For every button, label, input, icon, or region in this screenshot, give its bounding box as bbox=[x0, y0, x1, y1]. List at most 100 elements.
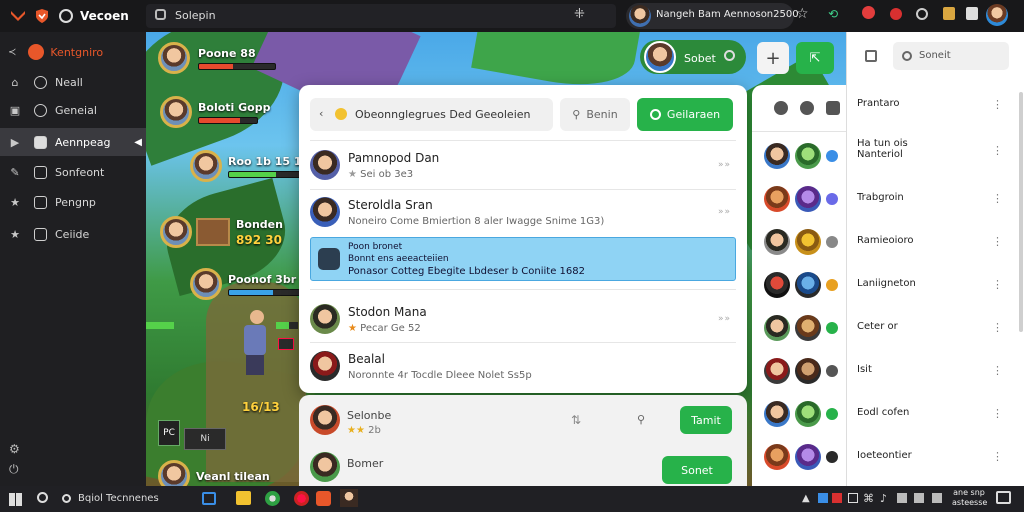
sidebar-item-geneial[interactable]: ▣ Geneial bbox=[0, 96, 146, 124]
list-item[interactable]: Ramieoioro ⋮ bbox=[857, 235, 1017, 248]
more-icon[interactable]: ⋮ bbox=[992, 192, 1003, 205]
network-icon[interactable]: ⌘ bbox=[863, 492, 874, 505]
list-item[interactable]: Trabgroin ⋮ bbox=[857, 192, 1017, 205]
tray-app-icon[interactable] bbox=[848, 493, 858, 503]
crosshair-icon[interactable]: ⁜ bbox=[574, 7, 585, 22]
submit-button[interactable]: Tamit bbox=[680, 406, 732, 434]
record-icon[interactable] bbox=[890, 8, 902, 20]
more-icon[interactable]: ⋮ bbox=[992, 278, 1003, 291]
hero-character[interactable] bbox=[244, 310, 270, 378]
more-icon[interactable]: ⋮ bbox=[992, 235, 1003, 248]
add-button[interactable]: + bbox=[757, 42, 789, 74]
sidebar-item-ceiide[interactable]: ★ Ceiide bbox=[0, 220, 146, 248]
participant-avatar[interactable] bbox=[795, 358, 821, 384]
participant-avatar[interactable] bbox=[764, 186, 790, 212]
more-icon[interactable]: ⋮ bbox=[992, 144, 1003, 157]
sync-icon[interactable]: ⟲ bbox=[828, 7, 838, 21]
cortana-icon[interactable] bbox=[62, 494, 71, 503]
tray-app-icon[interactable] bbox=[832, 493, 842, 503]
sidebar-item-neall[interactable]: ⌂ Neall bbox=[0, 68, 146, 96]
primary-button[interactable]: Geilaraen bbox=[637, 98, 733, 131]
power-icon[interactable]: ⏻ bbox=[9, 462, 19, 477]
list-item[interactable]: Bealal Noronnte 4r Tocdle Dleee Nolet Ss… bbox=[299, 343, 747, 389]
participant-avatar[interactable] bbox=[795, 186, 821, 212]
more-icon[interactable]: ⋮ bbox=[992, 321, 1003, 334]
list-item[interactable]: Stodon Mana ★ Pecar Ge 52 »» bbox=[299, 296, 747, 342]
player-hud-3[interactable]: Roo 1b 15 18 bbox=[190, 150, 309, 182]
participant-avatar[interactable] bbox=[764, 401, 790, 427]
search-icon[interactable] bbox=[37, 492, 48, 503]
game-taskbar-icon[interactable] bbox=[316, 491, 331, 506]
coin-icon[interactable] bbox=[916, 8, 928, 20]
notifications-icon[interactable] bbox=[996, 491, 1011, 504]
enemy-marker[interactable] bbox=[278, 338, 294, 350]
more-icon[interactable]: ⋮ bbox=[992, 98, 1003, 111]
ability-slot[interactable]: PC bbox=[158, 420, 180, 446]
tray-app-icon[interactable] bbox=[932, 493, 942, 503]
search-box[interactable] bbox=[146, 4, 616, 28]
participant-avatar[interactable] bbox=[795, 315, 821, 341]
more-icon[interactable]: »» bbox=[718, 207, 731, 217]
list-item[interactable]: Isit ⋮ bbox=[857, 364, 1017, 377]
tray-chevron-icon[interactable]: ▲ bbox=[802, 493, 810, 504]
search-value[interactable]: Obeonnglegrues Ded Geeoleien bbox=[355, 108, 530, 121]
list-item[interactable]: Ha tun ois Nanteriol ⋮ bbox=[857, 138, 1017, 160]
share-button[interactable]: ⇱ bbox=[796, 42, 834, 74]
participant-avatar[interactable] bbox=[764, 358, 790, 384]
tag-icon[interactable] bbox=[826, 101, 840, 115]
more-icon[interactable]: ⋮ bbox=[992, 407, 1003, 420]
gift-icon[interactable] bbox=[966, 7, 978, 20]
shield-icon[interactable] bbox=[34, 8, 50, 24]
layout-icon[interactable] bbox=[865, 50, 877, 62]
record-icon[interactable] bbox=[294, 491, 309, 506]
list-item[interactable]: Pamnopod Dan ★ Sei ob 3e3 »» bbox=[299, 142, 747, 188]
list-item[interactable]: Steroldla Sran Noneiro Come Bmiertion 8 … bbox=[299, 189, 747, 235]
sync-icon[interactable]: ⇅ bbox=[571, 413, 581, 427]
list-item[interactable]: Prantaro ⋮ bbox=[857, 98, 1017, 111]
shop-icon[interactable] bbox=[943, 7, 955, 20]
participant-avatar[interactable] bbox=[795, 229, 821, 255]
list-item-selected[interactable]: Poon bronet Bonnt ens aeeacteiien Ponaso… bbox=[310, 237, 736, 281]
files-icon[interactable] bbox=[236, 491, 251, 505]
participant-avatar[interactable] bbox=[764, 315, 790, 341]
player-hud-1[interactable]: Poone 88 bbox=[158, 42, 276, 74]
participant-avatar[interactable] bbox=[764, 229, 790, 255]
sidebar-item-pengnp[interactable]: ★ Pengnp bbox=[0, 188, 146, 216]
more-icon[interactable]: »» bbox=[718, 160, 731, 170]
star-icon[interactable]: ☆ bbox=[796, 6, 809, 22]
participant-avatar[interactable] bbox=[795, 272, 821, 298]
browser-icon[interactable] bbox=[265, 491, 280, 506]
refresh-icon[interactable] bbox=[724, 50, 735, 61]
volume-icon[interactable]: ♪ bbox=[880, 492, 887, 505]
ability-slot[interactable]: Ni bbox=[184, 428, 226, 450]
tray-app-icon[interactable] bbox=[818, 493, 828, 503]
back-icon[interactable]: ‹ bbox=[319, 107, 323, 120]
player-hud-6[interactable]: Veanl tilean bbox=[158, 460, 270, 486]
participant-avatar[interactable] bbox=[795, 143, 821, 169]
clock[interactable]: ane snp asteesse bbox=[952, 488, 987, 508]
more-icon[interactable]: ⋮ bbox=[992, 364, 1003, 377]
sidebar-item-sonfeont[interactable]: ✎ Sonfeont bbox=[0, 158, 146, 186]
pin-icon[interactable] bbox=[774, 101, 788, 115]
notification-icon[interactable] bbox=[862, 6, 875, 19]
sidebar-item-aennpeag[interactable]: ▶ Aennpeag ◀ bbox=[0, 128, 146, 156]
player-hud-4[interactable]: Bonden 892 30 bbox=[160, 216, 283, 248]
secondary-button[interactable]: ⚲ Benin bbox=[560, 98, 630, 131]
participant-avatar[interactable] bbox=[795, 401, 821, 427]
player-hud-2[interactable]: Boloti Gopp bbox=[160, 96, 270, 128]
more-icon[interactable]: »» bbox=[718, 314, 731, 324]
taskbar-search-text[interactable]: Bqiol Tecnnenes bbox=[78, 493, 159, 504]
participant-avatar[interactable] bbox=[764, 143, 790, 169]
participant-avatar[interactable] bbox=[764, 272, 790, 298]
user-avatar-icon[interactable] bbox=[986, 4, 1008, 26]
participant-avatar[interactable] bbox=[764, 444, 790, 470]
avatar[interactable] bbox=[340, 489, 358, 507]
list-item[interactable]: Ceter or ⋮ bbox=[857, 321, 1017, 334]
sidebar-header[interactable]: ≺ Kentgniro bbox=[0, 38, 146, 66]
chat-icon[interactable] bbox=[800, 101, 814, 115]
link-icon[interactable]: ⚲ bbox=[637, 413, 645, 426]
select-button[interactable]: Sonet bbox=[662, 456, 732, 484]
participant-avatar[interactable] bbox=[795, 444, 821, 470]
tray-app-icon[interactable] bbox=[897, 493, 907, 503]
list-item[interactable]: Ioeteontier ⋮ bbox=[857, 450, 1017, 463]
